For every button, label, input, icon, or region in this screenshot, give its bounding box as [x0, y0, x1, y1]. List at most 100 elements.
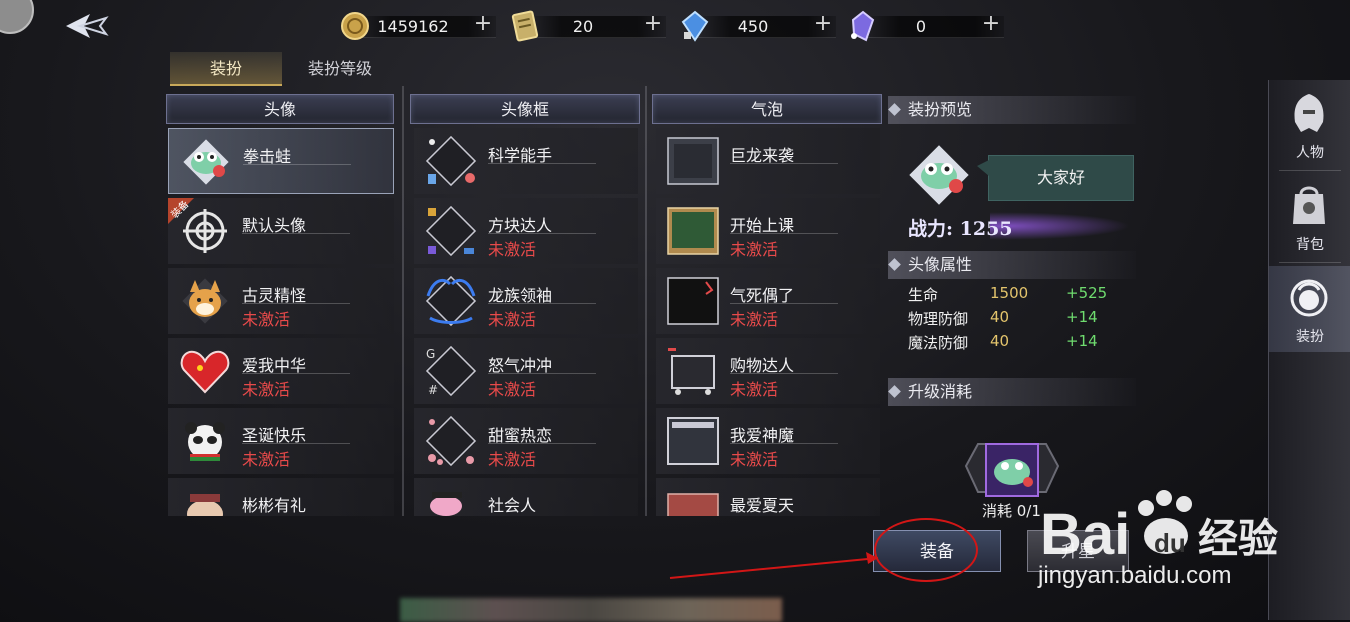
tab-dress-up-level[interactable]: 装扮等级	[292, 52, 388, 86]
upgrade-cost-section-header: 升级消耗	[888, 378, 1136, 406]
shiba-dog-avatar-icon	[182, 278, 228, 324]
equip-button[interactable]: 装备	[873, 530, 1001, 572]
currency-purple-crystal: 0 +	[848, 10, 1004, 42]
row-underline	[488, 373, 596, 374]
back-arrow-icon	[66, 14, 109, 38]
game-bubble-icon	[667, 417, 719, 465]
upgrade-cost-section-title: 升级消耗	[908, 382, 973, 401]
currency-value: 20	[572, 17, 594, 36]
frame-item-science[interactable]: 科学能手	[414, 128, 638, 194]
frame-item-block-master[interactable]: 方块达人 未激活	[414, 198, 638, 264]
row-underline	[730, 443, 838, 444]
watermark-brand-b: du	[1154, 528, 1186, 558]
attribute-value: 1500	[990, 284, 1029, 302]
column-divider	[402, 86, 404, 516]
currency-blue-crystal: 450 +	[680, 10, 836, 42]
locked-status: 未激活	[242, 450, 291, 469]
locked-status: 未激活	[730, 240, 779, 259]
add-gold-button[interactable]: +	[472, 13, 494, 36]
add-ticket-button[interactable]: +	[642, 13, 664, 36]
frame-item-social[interactable]: 社会人	[414, 478, 638, 516]
avatar-item-mischief[interactable]: 古灵精怪 未激活	[168, 268, 394, 334]
nav-label: 装扮	[1296, 329, 1324, 345]
currency-value: 0	[915, 17, 927, 36]
row-underline	[243, 164, 351, 165]
speech-bubble-preview: 大家好	[977, 155, 1134, 201]
side-navigation: 人物 背包 装扮	[1268, 80, 1350, 620]
watermark-brand-c: 经验	[1198, 516, 1278, 562]
attribute-key: 生命	[908, 286, 939, 304]
bubble-item-dragon-attack[interactable]: 巨龙来袭	[656, 128, 880, 194]
avatar-item-default[interactable]: 装备 默认头像	[168, 198, 394, 264]
locked-status: 未激活	[488, 310, 537, 329]
diamond-bullet-icon	[888, 258, 901, 271]
locked-status: 未激活	[488, 450, 537, 469]
locked-status: 未激活	[242, 380, 291, 399]
row-underline	[488, 163, 596, 164]
nav-character[interactable]: 人物	[1269, 82, 1350, 168]
nav-label: 背包	[1296, 237, 1324, 253]
bubble-column-header: 气泡	[652, 94, 882, 124]
bubble-item-love-game[interactable]: 我爱神魔 未激活	[656, 408, 880, 474]
upgrade-cost-label: 消耗 0/1	[982, 502, 1041, 520]
row-underline	[730, 303, 838, 304]
angry-frame-icon: G #	[425, 345, 477, 397]
diamond-bullet-icon	[888, 385, 901, 398]
dragon-frame-icon	[425, 275, 477, 327]
hearts-frame-icon	[425, 415, 477, 467]
locked-status: 未激活	[730, 380, 779, 399]
avatar-item-love-china[interactable]: 爱我中华 未激活	[168, 338, 394, 404]
preview-section-header: 装扮预览	[888, 96, 1136, 124]
locked-status: 未激活	[730, 450, 779, 469]
bubble-item-class-start[interactable]: 开始上课 未激活	[656, 198, 880, 264]
bubble-item-summer[interactable]: 最爱夏天	[656, 478, 880, 516]
attributes-section-header: 头像属性	[888, 251, 1136, 279]
boxing-frog-avatar-icon	[183, 139, 229, 185]
avatar-list: 拳击蛙 装备 默认头像 古灵精怪 未激活 爱我中华 未激活 圣诞快乐 未激活 彬…	[168, 128, 394, 516]
game-screen: 1459162 + 20 + 450 + 0 + 装扮 装扮等级 头像 头像框	[0, 0, 1350, 622]
currency-gold: 1459162 +	[340, 10, 496, 42]
back-button[interactable]	[62, 10, 114, 42]
frame-list: 科学能手 方块达人 未激活 龙族领袖 未激活 G # 怒气冲冲 未激活 甜蜜热恋…	[414, 128, 638, 516]
attribute-value: 40	[990, 308, 1010, 326]
add-blue-crystal-button[interactable]: +	[812, 13, 834, 36]
diamond-bullet-icon	[888, 103, 901, 116]
currency-value: 1459162	[377, 17, 449, 36]
attribute-key: 魔法防御	[908, 334, 969, 352]
row-underline	[730, 373, 838, 374]
locked-status: 未激活	[242, 310, 291, 329]
bag-icon	[1293, 186, 1325, 224]
bubble-item-so-mad[interactable]: 气死偶了 未激活	[656, 268, 880, 334]
frame-item-sweet-love[interactable]: 甜蜜热恋 未激活	[414, 408, 638, 474]
attribute-delta: +14	[1066, 308, 1098, 326]
attributes-section-title: 头像属性	[908, 255, 973, 274]
frame-item-angry[interactable]: G # 怒气冲冲 未激活	[414, 338, 638, 404]
frame-item-dragon-leader[interactable]: 龙族领袖 未激活	[414, 268, 638, 334]
attribute-value: 40	[990, 332, 1010, 350]
locked-status: 未激活	[730, 310, 779, 329]
avatar-item-merry-christmas[interactable]: 圣诞快乐 未激活	[168, 408, 394, 474]
nav-dress-up[interactable]: 装扮	[1269, 266, 1350, 352]
avatar-column-header: 头像	[166, 94, 394, 124]
camera-overlay	[0, 0, 34, 34]
avatar-item-boxing-frog[interactable]: 拳击蛙	[168, 128, 394, 194]
avatar-item-polite[interactable]: 彬彬有礼	[168, 478, 394, 516]
bubble-list: 巨龙来袭 开始上课 未激活 气死偶了 未激活 购物达人 未激活 我爱神魔 未激活…	[656, 128, 880, 516]
nav-separator	[1279, 170, 1341, 171]
watermark-url: jingyan.baidu.com	[1038, 562, 1232, 589]
nav-bag[interactable]: 背包	[1269, 174, 1350, 260]
tab-dress-up[interactable]: 装扮	[170, 52, 282, 86]
preview-section-title: 装扮预览	[908, 100, 973, 119]
dragon-bubble-icon	[667, 137, 719, 185]
attribute-delta: +525	[1066, 284, 1108, 302]
row-underline	[242, 373, 350, 374]
attribute-key: 物理防御	[908, 310, 969, 328]
avatar-item-name: 彬彬有礼	[242, 496, 307, 515]
tetris-frame-icon	[425, 205, 477, 257]
row-underline	[242, 443, 350, 444]
frame-item-name: 社会人	[488, 496, 537, 515]
row-underline	[730, 163, 838, 164]
add-purple-crystal-button[interactable]: +	[980, 13, 1002, 36]
currency-ticket: 20 +	[510, 10, 666, 42]
bubble-item-shopper[interactable]: 购物达人 未激活	[656, 338, 880, 404]
